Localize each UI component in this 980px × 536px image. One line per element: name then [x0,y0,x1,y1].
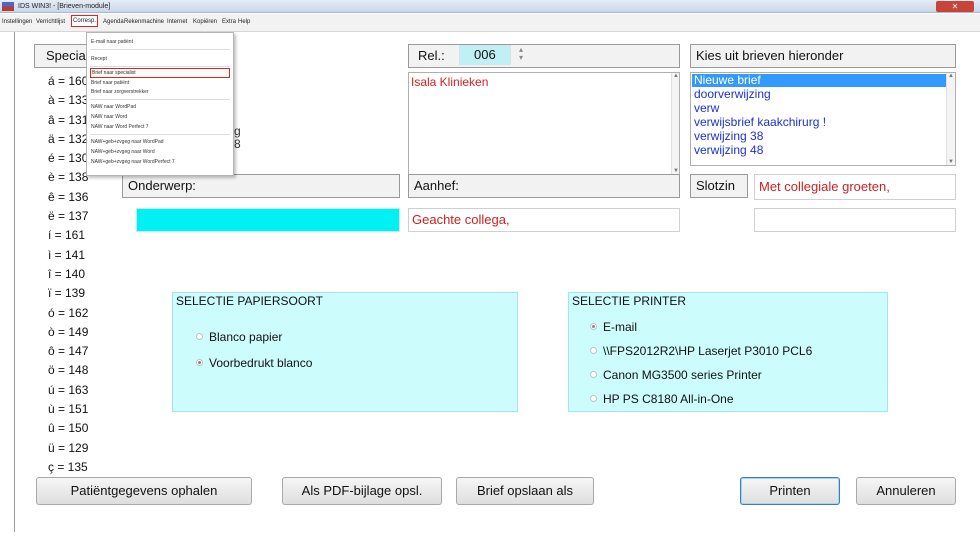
title-bar [0,0,980,13]
special-char-row: ö = 148 [48,363,89,378]
print-button[interactable]: Printen [740,477,840,505]
address-scrollbar[interactable]: ▲ ▼ [671,73,679,174]
menu-rekenmachine[interactable]: Rekenmachine [124,17,164,27]
save-pdf-attachment-button[interactable]: Als PDF-bijlage opsl. [282,477,442,505]
cancel-button[interactable]: Annuleren [856,477,956,505]
menu-item-naw-word[interactable]: NAW naar Word [90,113,230,122]
window-close-button[interactable]: ✕ [936,1,974,12]
menu-item-brief-patient[interactable]: Brief naar patiënt [90,79,230,88]
letter-item[interactable]: verwijzing 38 [692,130,946,143]
hidden-address-fragment: 8 [234,137,241,151]
special-char-row: ô = 147 [48,344,89,359]
radio-icon[interactable] [196,333,203,340]
special-char-row: í = 161 [48,228,86,243]
radio-icon[interactable] [590,395,597,402]
letter-item[interactable]: verwijzing 48 [692,144,946,157]
printer-option-label: HP PS C8180 All-in-One [603,392,734,406]
letter-item[interactable]: doorverwijzing [692,88,946,101]
paper-option-label: Voorbedrukt blanco [209,356,313,370]
letters-listbox[interactable]: Nieuwe brief doorverwijzing verw verwijs… [690,72,956,166]
menu-item-brief-specialist[interactable]: Brief naar specialist [90,68,230,78]
rel-number-input[interactable]: 006 [459,45,511,65]
menu-separator [90,99,230,100]
radio-selected-icon[interactable] [196,359,203,366]
printer-option-canon[interactable]: Canon MG3500 series Printer [590,368,762,382]
special-char-row: î = 140 [48,266,86,281]
printer-selection-title: SELECTIE PRINTER [572,294,687,308]
menu-item-recept[interactable]: Recept [90,55,230,64]
printer-option-hp-ps[interactable]: HP PS C8180 All-in-One [590,392,734,406]
paper-option-label: Blanco papier [209,330,283,344]
radio-icon[interactable] [590,347,597,354]
special-char-row: ú = 163 [48,382,89,397]
special-char-row: ü = 129 [48,440,89,455]
menu-internet[interactable]: Internet [167,17,187,27]
paper-selection-panel [172,292,518,412]
aanhef-label: Aanhef: [408,174,680,198]
special-char-row: û = 150 [48,421,89,436]
menu-separator [90,66,230,67]
window-title: IDS WIN3! - [Brieven-module] [18,3,111,10]
letters-scrollbar[interactable]: ▲ ▼ [946,73,955,165]
printer-option-hp-laserjet[interactable]: \\FPS2012R2\HP Laserjet P3010 PCL6 [590,344,812,358]
slotzin-label: Slotzin [690,174,748,198]
special-char-row: ï = 139 [48,286,86,301]
paper-option-voorbedrukt[interactable]: Voorbedrukt blanco [196,356,312,370]
scroll-up-icon[interactable]: ▲ [672,73,680,79]
paper-option-blanco[interactable]: Blanco papier [196,330,282,344]
menu-item-nawgeb-word[interactable]: NAW+geb+zvgeg naar Word [90,148,230,157]
menu-item-naw-wordpad[interactable]: NAW naar WordPad [90,103,230,112]
paper-selection-title: SELECTIE PAPIERSOORT [176,294,323,308]
rel-spinner[interactable]: ▴ ▾ [516,46,526,62]
printer-option-label: \\FPS2012R2\HP Laserjet P3010 PCL6 [603,344,813,358]
menu-separator [90,134,230,135]
menu-separator [90,49,230,50]
onderwerp-label: Onderwerp: [122,174,400,198]
spin-down-icon[interactable]: ▾ [516,54,526,62]
menu-agenda[interactable]: Agenda [103,17,124,27]
letter-item[interactable]: verwijsbrief kaakchirurg ! [692,116,946,129]
save-letter-as-button[interactable]: Brief opslaan als [456,477,594,505]
letters-header: Kies uit brieven hieronder [690,44,956,68]
menu-instellingen[interactable]: Instellingen [2,17,32,27]
menu-item-email-patient[interactable]: E-mail naar patiënt [90,38,230,47]
scroll-down-icon[interactable]: ▼ [947,159,955,165]
menu-verrichtlijst[interactable]: Verrichtlijst [36,17,65,27]
slotzin-extra-input[interactable] [754,208,956,232]
printer-option-label: E-mail [603,320,638,334]
rel-header [408,44,680,68]
special-char-row: ó = 162 [48,305,89,320]
printer-option-label: Canon MG3500 series Printer [603,368,762,382]
printer-option-email[interactable]: E-mail [590,320,637,334]
menu-item-brief-zorgverstrekker[interactable]: Brief naar zorgverstrekker [90,88,230,97]
menu-kopieren[interactable]: Kopiëren [193,17,217,27]
rel-label: Rel.: [418,48,445,63]
radio-selected-icon[interactable] [590,323,597,330]
special-char-row: ù = 151 [48,402,89,417]
menu-extra[interactable]: Extra [222,17,236,27]
slotzin-input[interactable]: Met collegiale groeten, [754,174,956,200]
scroll-up-icon[interactable]: ▲ [947,73,955,79]
address-text: Isala Klinieken [411,75,489,89]
fetch-patient-data-button[interactable]: Patiëntgegevens ophalen [36,477,252,505]
menu-item-naw-wordperfect[interactable]: NAW naar Word Perfect 7 [90,123,230,132]
hidden-address-fragment: g [234,124,241,138]
aanhef-input[interactable]: Geachte collega, [408,208,680,232]
letter-item-nieuwe-brief[interactable]: Nieuwe brief [692,74,946,87]
onderwerp-input[interactable] [136,208,400,232]
radio-icon[interactable] [590,371,597,378]
corresp-dropdown-menu: E-mail naar patiënt Recept Brief naar sp… [86,32,234,176]
app-logo-icon [2,2,14,11]
special-char-row: ò = 149 [48,324,89,339]
menu-help[interactable]: Help [238,17,250,27]
special-char-row: ì = 141 [48,247,86,262]
special-char-row: ë = 137 [48,209,89,224]
menu-item-nawgeb-wordperfect[interactable]: NAW+geb+zvgeg naar WordPerfect 7 [90,158,230,167]
menu-item-nawgeb-wordpad[interactable]: NAW+geb+zvgeg naar WordPad [90,138,230,147]
menu-corresp[interactable]: Corresp. [71,15,99,27]
letter-item[interactable]: verw [692,102,946,115]
special-char-row: ç = 135 [48,459,88,474]
